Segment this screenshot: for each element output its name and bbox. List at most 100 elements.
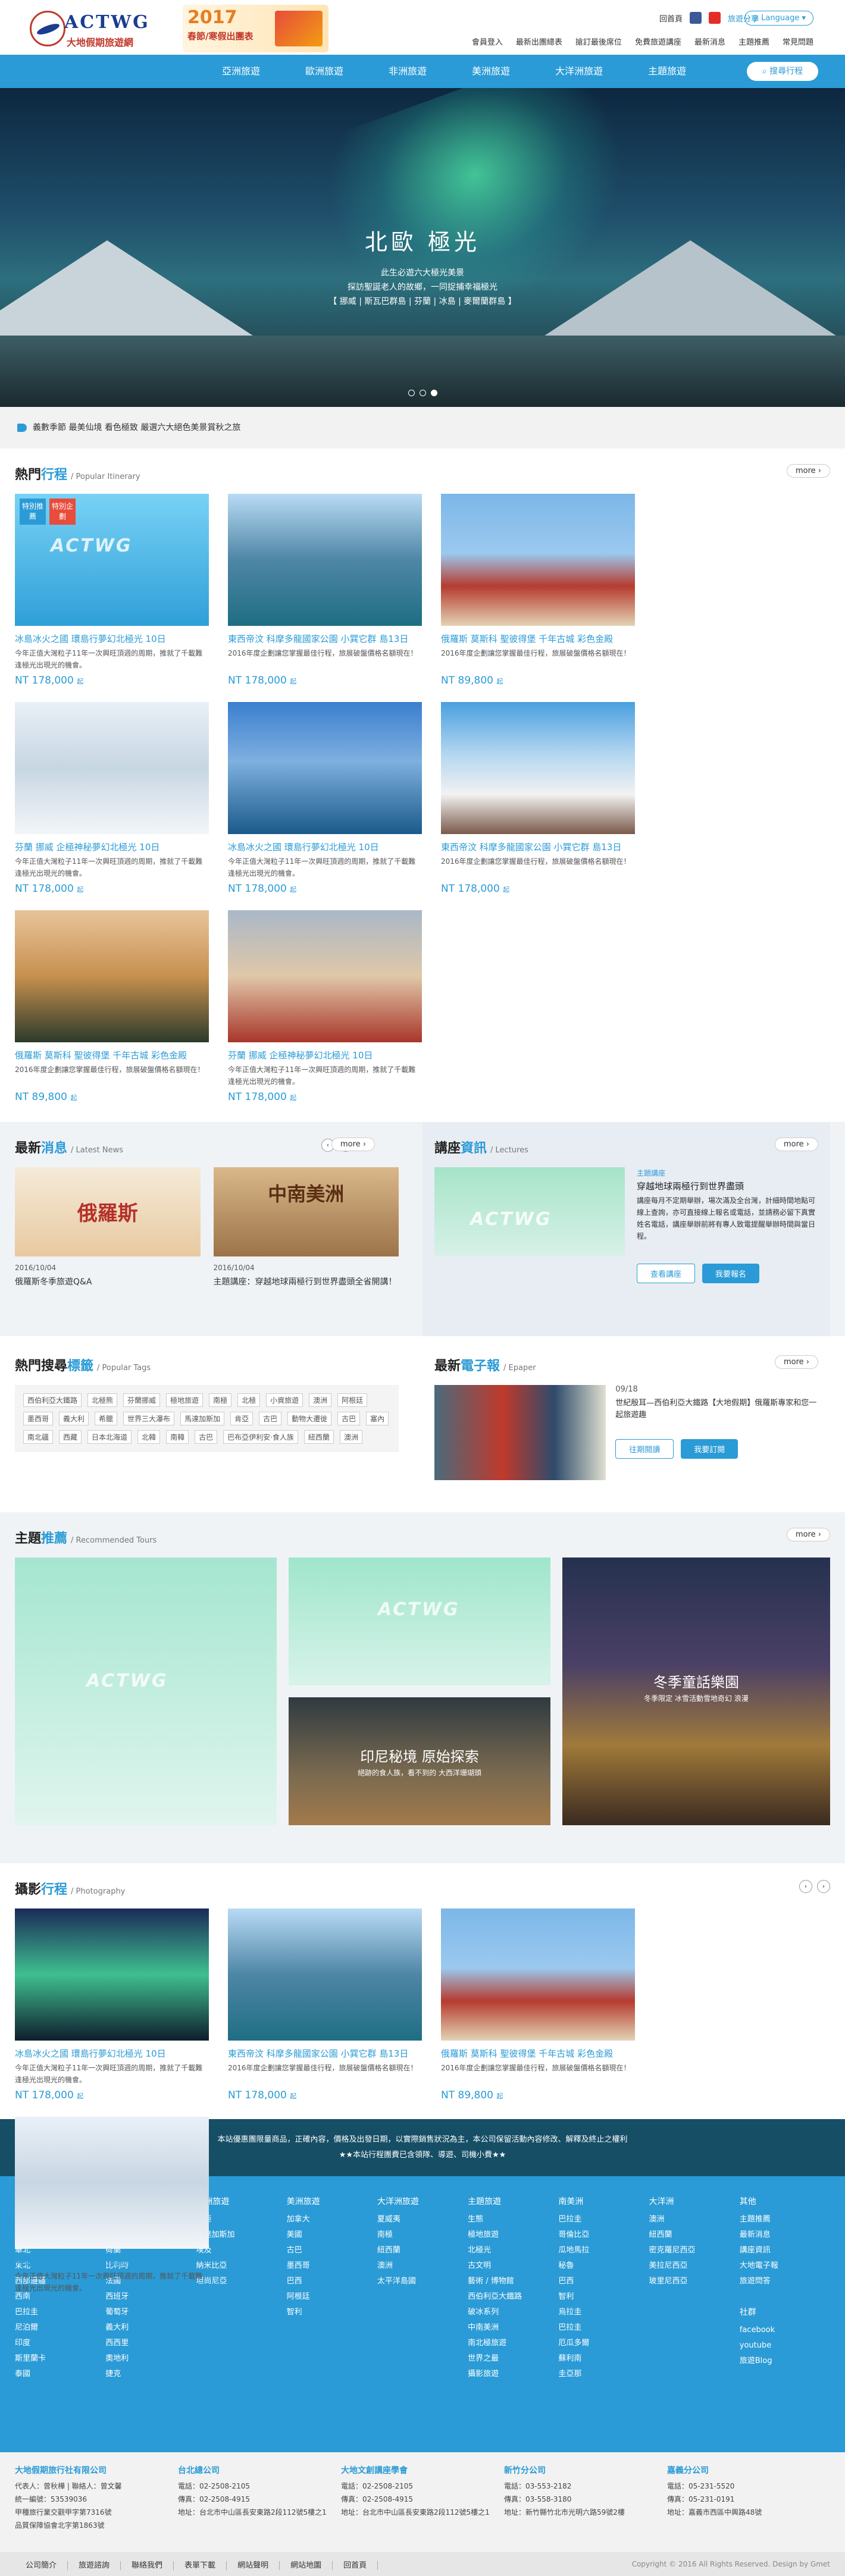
carousel-dot[interactable] (408, 390, 415, 396)
footer-link[interactable]: 奧地利 (105, 2351, 196, 2367)
bottom-link[interactable]: 公司簡介 (15, 2561, 68, 2570)
footer-link[interactable]: 西西里 (105, 2336, 196, 2351)
nav-oceania[interactable]: 大洋洲旅遊 (533, 55, 625, 88)
toplink-last-seats[interactable]: 搶訂最後席位 (575, 36, 622, 47)
tag[interactable]: 古巴 (337, 1412, 361, 1425)
tour-card[interactable]: 東西帝汶 科摩多龍國家公園 小巽它群 島13日 2016年度企劃讓您掌握最佳行程… (441, 702, 635, 895)
tag[interactable]: 北韓 (137, 1430, 161, 1444)
tag[interactable]: 北極熊 (87, 1393, 118, 1407)
tag[interactable]: 澳洲 (339, 1430, 362, 1444)
carousel-dot-active[interactable] (430, 390, 437, 396)
footer-link[interactable]: 厄瓜多爾 (558, 2336, 649, 2351)
language-selector[interactable]: ◎ Language ▾ (744, 11, 813, 26)
footer-link[interactable]: 圭亞那 (558, 2367, 649, 2382)
tag[interactable]: 阿根廷 (337, 1393, 368, 1407)
bottom-link[interactable]: 旅遊諮詢 (68, 2561, 121, 2570)
tour-card[interactable]: 芬蘭 挪威 企極神秘夢幻北極光 10日 今年正值大灣粒子11年一次興旺頂週的周期… (15, 702, 209, 895)
tag[interactable]: 小資旅遊 (266, 1393, 303, 1407)
tag[interactable]: 義大利 (59, 1412, 89, 1425)
recommend-tile[interactable]: 冬季童話樂園 冬季限定 冰雪活動雪地奇幻 浪漫 (562, 1557, 830, 1825)
subscribe-button[interactable]: 我要訂閱 (681, 1439, 738, 1459)
tag[interactable]: 世界三大瀑布 (123, 1412, 175, 1425)
recommend-tile[interactable]: 印尼秘境 原始探索 絕跡的食人族，看不到的 大西洋珊瑚頭 (289, 1697, 550, 1825)
footer-social-link[interactable]: youtube (740, 2338, 830, 2354)
search-button[interactable]: ⌕ 搜尋行程 (747, 62, 818, 81)
next-arrow-icon[interactable]: › (817, 1880, 830, 1893)
footer-link[interactable]: 斯里蘭卡 (15, 2351, 105, 2367)
toplink-lectures[interactable]: 免費旅遊講座 (635, 36, 681, 47)
prev-arrow-icon[interactable]: ‹ (799, 1880, 812, 1893)
tag[interactable]: 芬蘭挪威 (123, 1393, 161, 1407)
tour-card[interactable]: 芬蘭 挪威 企極神秘夢幻北極光 10日 今年正值大灣粒子11年一次興旺頂週的周期… (228, 910, 422, 1103)
tour-card[interactable]: 俄羅斯 莫斯科 聖彼得堡 千年古城 彩色金殿 2016年度企劃讓您掌握最佳行程，… (15, 910, 209, 1103)
bottom-link[interactable]: 表單下載 (174, 2561, 227, 2570)
more-button[interactable]: more › (786, 464, 830, 478)
tag[interactable]: 塞內 (366, 1412, 389, 1425)
tour-card[interactable]: 冰島冰火之國 環島行夢幻北極光 10日 今年正值大灣粒子11年一次興旺頂週的周期… (228, 702, 422, 895)
youtube-icon[interactable] (708, 12, 721, 24)
tour-card[interactable]: 東西帝汶 科摩多龍國家公園 小巽它群 島13日 2016年度企劃讓您掌握最佳行程… (228, 494, 422, 687)
footer-link[interactable]: 南北極旅遊 (468, 2336, 558, 2351)
toplink-schedule[interactable]: 最新出團總表 (516, 36, 562, 47)
more-button[interactable]: more › (774, 1355, 818, 1369)
nav-america[interactable]: 美洲旅遊 (449, 55, 533, 88)
tag[interactable]: 南北疆 (23, 1430, 54, 1444)
footer-social-link[interactable]: 旅遊Blog (740, 2354, 830, 2369)
toplink-themes[interactable]: 主題推薦 (738, 36, 769, 47)
bottom-link[interactable]: 聯絡我們 (121, 2561, 174, 2570)
tour-card[interactable]: 俄羅斯 莫斯科 聖彼得堡 千年古城 彩色金殿 2016年度企劃讓您掌握最佳行程，… (441, 1909, 635, 2101)
epaper-image[interactable] (434, 1385, 606, 1480)
news-item[interactable]: 俄羅斯 2016/10/04 俄羅斯冬季旅遊Q&A (15, 1167, 201, 1289)
more-button[interactable]: more › (774, 1137, 818, 1151)
promo-banner[interactable]: 2017 春節/寒假出團表 (183, 5, 328, 52)
toplink-faq[interactable]: 常見問題 (783, 36, 813, 47)
tour-card[interactable]: 俄羅斯 莫斯科 聖彼得堡 千年古城 彩色金殿 2016年度企劃讓您掌握最佳行程，… (441, 494, 635, 687)
nav-asia[interactable]: 亞洲旅遊 (199, 55, 283, 88)
lecture-name[interactable]: 穿越地球兩極行到世界盡頭 (637, 1180, 818, 1192)
carousel-dot[interactable] (419, 390, 426, 396)
tag[interactable]: 墨西哥 (23, 1412, 54, 1425)
toplink-news[interactable]: 最新消息 (694, 36, 725, 47)
home-link[interactable]: 回首頁 (659, 12, 683, 24)
tag[interactable]: 澳洲 (309, 1393, 332, 1407)
epaper-title[interactable]: 世紀殷耳—西伯利亞大鐵路【大地假期】俄羅斯專家和您一起旅遊趣 (615, 1397, 818, 1421)
lecture-image[interactable]: ACTWG (434, 1167, 625, 1256)
tag[interactable]: 南韓 (166, 1430, 189, 1444)
recommend-tile[interactable]: ACTWG (289, 1557, 550, 1685)
tag[interactable]: 巴布亞伊利安·食人族 (223, 1430, 298, 1444)
tour-card[interactable]: 芬蘭 挪威 企極神秘夢幻北極光 10日 今年正值大灣粒子11年一次興旺頂週的周期… (15, 2117, 209, 2309)
hero-banner[interactable]: 北歐 極光 此生必遊六大極光美景 探訪聖誕老人的故鄉，一同捉捕幸福極光 【 挪威… (0, 88, 845, 407)
tour-card[interactable]: 特別推薦 特別企劃 ACTWG 冰島冰火之國 環島行夢幻北極光 10日 今年正值… (15, 494, 209, 687)
nav-africa[interactable]: 非洲旅遊 (366, 55, 449, 88)
register-button[interactable]: 我要報名 (702, 1264, 760, 1283)
nav-europe[interactable]: 歐洲旅遊 (283, 55, 366, 88)
footer-link[interactable]: 泰國 (15, 2367, 105, 2382)
news-item[interactable]: 中南美洲 2016/10/04 主題講座：穿越地球兩極行到世界盡頭全省開講！ (213, 1167, 399, 1289)
tag[interactable]: 西藏 (59, 1430, 82, 1444)
footer-link[interactable]: 印度 (15, 2336, 105, 2351)
notice-text[interactable]: 義數季節 最美仙境 看色極致 嚴選六大絕色美景賞秋之旅 (33, 423, 240, 433)
past-issues-button[interactable]: 往期閱讀 (615, 1439, 674, 1459)
bottom-link[interactable]: 網站聲明 (227, 2561, 280, 2570)
tag[interactable]: 日本北海道 (87, 1430, 132, 1444)
nav-themes[interactable]: 主題旅遊 (625, 55, 709, 88)
bottom-link[interactable]: 網站地圖 (280, 2561, 333, 2570)
more-button[interactable]: more › (331, 1137, 375, 1151)
recommend-tile[interactable]: ACTWG (15, 1557, 277, 1825)
tag[interactable]: 肯亞 (230, 1412, 254, 1425)
footer-link[interactable]: 世界之最 (468, 2351, 558, 2367)
tag[interactable]: 南極 (209, 1393, 232, 1407)
tour-card[interactable]: 冰島冰火之國 環島行夢幻北極光 10日 今年正值大灣粒子11年一次興旺頂週的周期… (15, 1909, 209, 2101)
toplink-login[interactable]: 會員登入 (472, 36, 503, 47)
footer-link[interactable]: 蘇利南 (558, 2351, 649, 2367)
tag[interactable]: 古巴 (259, 1412, 282, 1425)
tag[interactable]: 動物大遷徙 (287, 1412, 332, 1425)
site-logo[interactable]: ACTWG 大地假期旅遊網 (30, 8, 164, 50)
tag[interactable]: 北極 (237, 1393, 261, 1407)
tag[interactable]: 西伯利亞大鐵路 (23, 1393, 82, 1407)
tag[interactable]: 古巴 (195, 1430, 218, 1444)
tag[interactable]: 紐西蘭 (303, 1430, 334, 1444)
view-lecture-button[interactable]: 查看講座 (637, 1264, 696, 1283)
facebook-icon[interactable] (689, 12, 702, 24)
more-button[interactable]: more › (786, 1528, 830, 1541)
